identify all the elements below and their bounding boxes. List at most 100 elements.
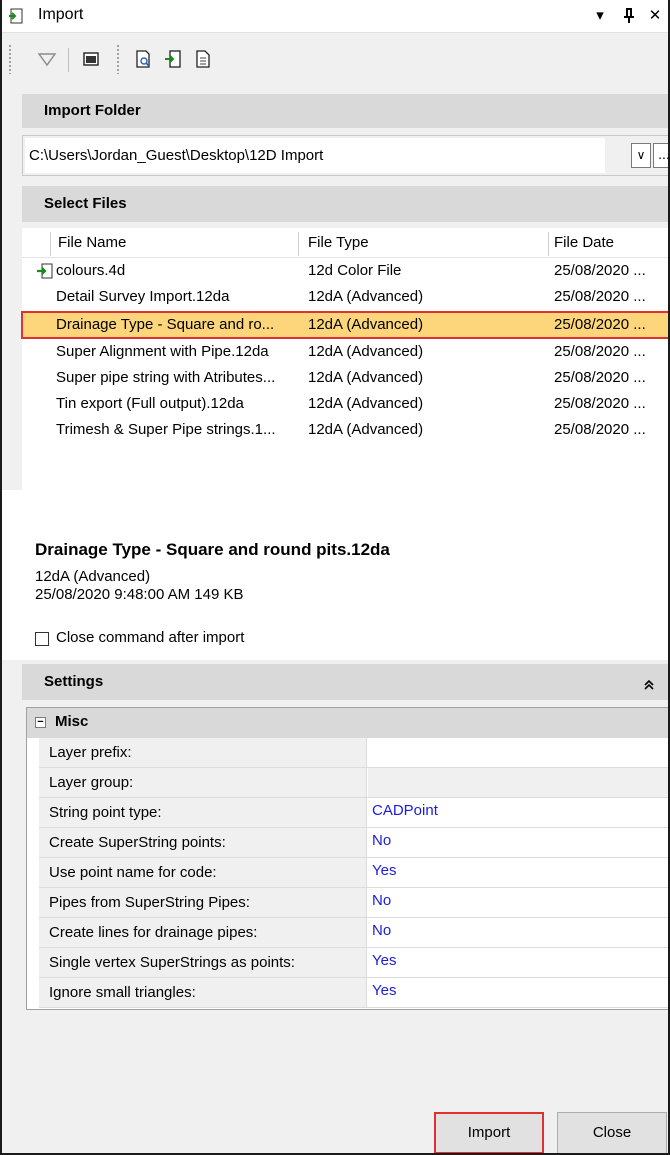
file-date: 25/08/2020 ... (554, 288, 646, 305)
import-window: Import ▾ ✕ Import Folder C:\Users\Jordan… (0, 0, 670, 1155)
property-value[interactable]: Yes (368, 858, 668, 887)
file-row[interactable]: Detail Survey Import.12da 12dA (Advanced… (22, 284, 668, 310)
property-name: Single vertex SuperStrings as points: (39, 948, 367, 977)
file-list[interactable]: File Name File Type File Date colours.4d… (21, 228, 668, 490)
window-menu-dropdown-icon[interactable]: ▾ (590, 5, 610, 27)
import-button[interactable]: Import (434, 1112, 544, 1153)
misc-category-label: Misc (55, 713, 89, 730)
file-name: Detail Survey Import.12da (56, 288, 230, 305)
close-icon[interactable]: ✕ (645, 5, 665, 27)
browse-folder-button[interactable]: ... (653, 143, 668, 168)
property-row-ignore-small-triangles[interactable]: Ignore small triangles: Yes (39, 978, 668, 1008)
property-value[interactable]: No (368, 918, 668, 947)
file-row-selected[interactable]: Drainage Type - Square and ro... 12dA (A… (21, 311, 668, 339)
property-value[interactable]: No (368, 828, 668, 857)
file-type: 12dA (Advanced) (308, 343, 424, 360)
file-name: colours.4d (56, 262, 126, 279)
column-file-type[interactable]: File Type (308, 228, 369, 258)
selected-file-type: 12dA (Advanced) (35, 568, 151, 585)
property-name: Pipes from SuperString Pipes: (39, 888, 367, 917)
folder-path-input[interactable] (25, 138, 605, 173)
property-name: Layer group: (39, 768, 367, 797)
file-type: 12d Color File (308, 262, 402, 279)
file-name: Super pipe string with Atributes... (56, 369, 276, 386)
filter-icon[interactable] (36, 48, 58, 70)
file-date: 25/08/2020 ... (554, 343, 646, 360)
file-type: 12dA (Advanced) (308, 369, 424, 386)
close-after-import-label[interactable]: Close command after import (56, 629, 244, 646)
file-type: 12dA (Advanced) (308, 395, 424, 412)
file-date: 25/08/2020 ... (554, 262, 646, 279)
file-type: 12dA (Advanced) (308, 288, 424, 305)
window-title: Import (38, 6, 84, 23)
import-folder-header: Import Folder (22, 94, 668, 128)
property-row-string-point-type[interactable]: String point type: CADPoint (39, 798, 668, 828)
column-separator[interactable] (298, 232, 299, 256)
file-row[interactable]: Trimesh & Super Pipe strings.1... 12dA (… (22, 417, 668, 443)
column-file-name[interactable]: File Name (58, 228, 127, 258)
color-file-icon (37, 263, 53, 279)
column-separator[interactable] (548, 232, 549, 256)
file-name: Drainage Type - Square and ro... (56, 316, 275, 333)
file-row[interactable]: colours.4d 12d Color File 25/08/2020 ... (22, 258, 668, 284)
settings-title: Settings (44, 673, 104, 690)
property-name: Create lines for drainage pipes: (39, 918, 367, 947)
column-separator (50, 232, 51, 256)
settings-header[interactable]: Settings (22, 664, 668, 700)
property-row-pipes-from-superstring[interactable]: Pipes from SuperString Pipes: No (39, 888, 668, 918)
property-name: Ignore small triangles: (39, 978, 367, 1007)
file-row[interactable]: Tin export (Full output).12da 12dA (Adva… (22, 391, 668, 417)
pin-icon[interactable] (619, 5, 639, 27)
property-row-use-point-name[interactable]: Use point name for code: Yes (39, 858, 668, 888)
selected-file-title: Drainage Type - Square and round pits.12… (35, 540, 390, 559)
property-row-single-vertex[interactable]: Single vertex SuperStrings as points: Ye… (39, 948, 668, 978)
file-date: 25/08/2020 ... (554, 369, 646, 386)
property-value[interactable]: Yes (368, 978, 668, 1007)
toolbar-separator (68, 48, 69, 72)
file-name: Trimesh & Super Pipe strings.1... (56, 421, 276, 438)
property-value[interactable]: No (368, 888, 668, 917)
selected-file-date-size: 25/08/2020 9:48:00 AM 149 KB (35, 586, 244, 603)
property-row-create-lines-drainage[interactable]: Create lines for drainage pipes: No (39, 918, 668, 948)
toolbar (2, 34, 668, 88)
property-name: String point type: (39, 798, 367, 827)
property-grid: − Misc Layer prefix: Layer group: String… (26, 707, 668, 1010)
terminal-icon[interactable] (80, 48, 102, 70)
property-value[interactable]: Yes (368, 948, 668, 977)
property-row-layer-group[interactable]: Layer group: (39, 768, 668, 798)
property-value[interactable] (368, 768, 668, 797)
file-type: 12dA (Advanced) (308, 421, 424, 438)
title-bar: Import ▾ ✕ (2, 0, 668, 33)
close-after-import-checkbox[interactable] (35, 632, 49, 646)
column-file-date[interactable]: File Date (554, 228, 615, 258)
folder-dropdown-button[interactable]: ∨ (631, 143, 651, 168)
toolbar-grip-2[interactable] (116, 44, 120, 74)
property-name: Create SuperString points: (39, 828, 367, 857)
property-row-create-superstring-points[interactable]: Create SuperString points: No (39, 828, 668, 858)
file-date: 25/08/2020 ... (554, 395, 646, 412)
property-name: Use point name for code: (39, 858, 367, 887)
close-button[interactable]: Close (557, 1112, 667, 1153)
file-row[interactable]: Super Alignment with Pipe.12da 12dA (Adv… (22, 339, 668, 365)
import-icon[interactable] (162, 48, 184, 70)
file-date: 25/08/2020 ... (554, 316, 646, 333)
file-date: 25/08/2020 ... (554, 421, 646, 438)
property-value[interactable] (368, 738, 668, 767)
select-files-header: Select Files (22, 186, 668, 222)
property-value[interactable]: CADPoint (368, 798, 668, 827)
file-row[interactable]: Super pipe string with Atributes... 12dA… (22, 365, 668, 391)
property-row-layer-prefix[interactable]: Layer prefix: (39, 738, 668, 768)
collapse-chevron-icon[interactable] (644, 668, 654, 704)
file-details: Drainage Type - Square and round pits.12… (2, 490, 668, 660)
misc-category-header[interactable]: − Misc (27, 708, 668, 738)
collapse-minus-icon[interactable]: − (35, 717, 46, 728)
import-folder-combo: ∨ ... (22, 135, 668, 176)
toolbar-grip[interactable] (8, 44, 12, 74)
file-name: Tin export (Full output).12da (56, 395, 244, 412)
import-icon (9, 8, 23, 24)
file-type: 12dA (Advanced) (308, 316, 424, 333)
preview-icon[interactable] (132, 48, 154, 70)
property-name: Layer prefix: (39, 738, 367, 767)
file-name: Super Alignment with Pipe.12da (56, 343, 269, 360)
document-icon[interactable] (192, 48, 214, 70)
